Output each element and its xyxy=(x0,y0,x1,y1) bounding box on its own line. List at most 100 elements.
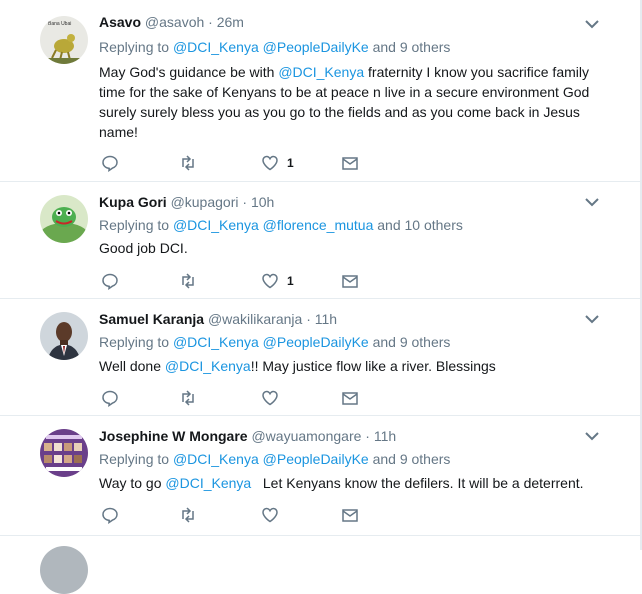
reply-icon xyxy=(102,507,118,524)
like-button[interactable] xyxy=(261,505,287,525)
avatar[interactable] xyxy=(40,429,88,477)
tweet-text: Good job DCI. xyxy=(99,238,609,258)
reply-button[interactable] xyxy=(101,505,119,525)
mention-link[interactable]: @DCI_Kenya xyxy=(173,39,259,55)
like-count: 1 xyxy=(287,156,294,170)
direct-message-button[interactable] xyxy=(341,388,359,408)
text-part: Way to go xyxy=(99,475,166,491)
next-tweet-avatar-partial[interactable] xyxy=(40,546,88,594)
like-button[interactable]: 1 xyxy=(261,153,294,173)
mention-link[interactable]: @DCI_Kenya xyxy=(173,217,259,233)
avatar-caption: Bana Ubai xyxy=(48,21,71,27)
mention-link[interactable]: @PeopleDailyKe xyxy=(263,451,369,467)
text-part: Let Kenyans know the defilers. It will b… xyxy=(251,475,584,491)
timestamp[interactable]: 11h xyxy=(374,428,396,444)
retweet-icon xyxy=(182,507,194,523)
mention-link[interactable]: @DCI_Kenya xyxy=(278,64,364,80)
retweet-icon xyxy=(182,155,194,171)
tweet-actions: 1 xyxy=(99,153,399,173)
display-name[interactable]: Asavo xyxy=(99,14,141,30)
envelope-icon xyxy=(342,392,358,405)
others-link[interactable]: and 10 others xyxy=(377,217,463,233)
tweet[interactable]: Bana Ubai Asavo @asavoh · 26m Replying t… xyxy=(0,0,640,182)
timestamp[interactable]: 26m xyxy=(217,14,244,30)
tweet-text: May God's guidance be with @DCI_Kenya fr… xyxy=(99,62,609,142)
mention-link[interactable]: @florence_mutua xyxy=(263,217,374,233)
tweet[interactable]: Josephine W Mongare @wayuamongare · 11h … xyxy=(0,415,640,536)
text-part: May God's guidance be with xyxy=(99,64,279,80)
chevron-down-icon[interactable] xyxy=(584,313,600,325)
tweet-header: Samuel Karanja @wakilikaranja · 11h xyxy=(99,311,337,327)
envelope-icon xyxy=(342,157,358,170)
like-button[interactable]: 1 xyxy=(261,271,294,291)
avatar-image-icon xyxy=(40,429,88,477)
avatar[interactable] xyxy=(40,312,88,360)
others-link[interactable]: and 9 others xyxy=(373,451,451,467)
user-handle[interactable]: @asavoh xyxy=(145,14,204,30)
reply-icon xyxy=(102,390,118,407)
mention-link[interactable]: @DCI_Kenya xyxy=(165,358,251,374)
timestamp[interactable]: 11h xyxy=(315,311,337,327)
like-button[interactable] xyxy=(261,388,287,408)
tweet-actions xyxy=(99,505,399,525)
chevron-down-icon[interactable] xyxy=(584,196,600,208)
retweet-icon xyxy=(182,273,194,289)
replying-to: Replying to @DCI_Kenya @PeopleDailyKe an… xyxy=(99,39,450,55)
separator-dot: · xyxy=(208,14,213,30)
direct-message-button[interactable] xyxy=(341,153,359,173)
envelope-icon xyxy=(342,275,358,288)
heart-icon xyxy=(262,273,278,289)
display-name[interactable]: Samuel Karanja xyxy=(99,311,204,327)
separator-dot: · xyxy=(306,311,311,327)
mention-link[interactable]: @DCI_Kenya xyxy=(173,451,259,467)
reply-icon xyxy=(102,273,118,290)
tweet-actions xyxy=(99,388,399,408)
reply-icon xyxy=(102,155,118,172)
reply-button[interactable] xyxy=(101,153,119,173)
heart-icon xyxy=(262,390,278,406)
replying-prefix: Replying to xyxy=(99,334,170,350)
replying-to: Replying to @DCI_Kenya @PeopleDailyKe an… xyxy=(99,451,450,467)
separator-dot: · xyxy=(365,428,370,444)
reply-button[interactable] xyxy=(101,388,119,408)
user-handle[interactable]: @wayuamongare xyxy=(251,428,361,444)
retweet-icon xyxy=(182,390,194,406)
reply-button[interactable] xyxy=(101,271,119,291)
display-name[interactable]: Josephine W Mongare xyxy=(99,428,248,444)
tweet-header: Kupa Gori @kupagori · 10h xyxy=(99,194,274,210)
replying-prefix: Replying to xyxy=(99,451,170,467)
mention-link[interactable]: @DCI_Kenya xyxy=(173,334,259,350)
direct-message-button[interactable] xyxy=(341,505,359,525)
avatar-image-icon xyxy=(40,312,88,360)
others-link[interactable]: and 9 others xyxy=(373,334,451,350)
like-count: 1 xyxy=(287,274,294,288)
avatar-image-icon: Bana Ubai xyxy=(40,16,88,64)
retweet-button[interactable] xyxy=(179,505,197,525)
text-part: Good job DCI. xyxy=(99,240,188,256)
tweet[interactable]: Kupa Gori @kupagori · 10h Replying to @D… xyxy=(0,181,640,299)
display-name[interactable]: Kupa Gori xyxy=(99,194,167,210)
avatar[interactable]: Bana Ubai xyxy=(40,16,88,64)
retweet-button[interactable] xyxy=(179,271,197,291)
mention-link[interactable]: @PeopleDailyKe xyxy=(263,334,369,350)
avatar[interactable] xyxy=(40,195,88,243)
user-handle[interactable]: @wakilikaranja xyxy=(208,311,302,327)
tweet[interactable]: Samuel Karanja @wakilikaranja · 11h Repl… xyxy=(0,298,640,416)
mention-link[interactable]: @PeopleDailyKe xyxy=(263,39,369,55)
avatar-image-icon xyxy=(40,195,88,243)
tweet-actions: 1 xyxy=(99,271,399,291)
timestamp[interactable]: 10h xyxy=(251,194,274,210)
retweet-button[interactable] xyxy=(179,153,197,173)
tweet-header: Asavo @asavoh · 26m xyxy=(99,14,244,30)
chevron-down-icon[interactable] xyxy=(584,18,600,30)
replying-prefix: Replying to xyxy=(99,217,170,233)
chevron-down-icon[interactable] xyxy=(584,430,600,442)
tweet-text: Way to go @DCI_Kenya Let Kenyans know th… xyxy=(99,473,609,493)
mention-link[interactable]: @DCI_Kenya xyxy=(165,475,251,491)
user-handle[interactable]: @kupagori xyxy=(171,194,239,210)
direct-message-button[interactable] xyxy=(341,271,359,291)
retweet-button[interactable] xyxy=(179,388,197,408)
others-link[interactable]: and 9 others xyxy=(373,39,451,55)
separator-dot: · xyxy=(242,194,248,210)
replying-to: Replying to @DCI_Kenya @PeopleDailyKe an… xyxy=(99,334,450,350)
